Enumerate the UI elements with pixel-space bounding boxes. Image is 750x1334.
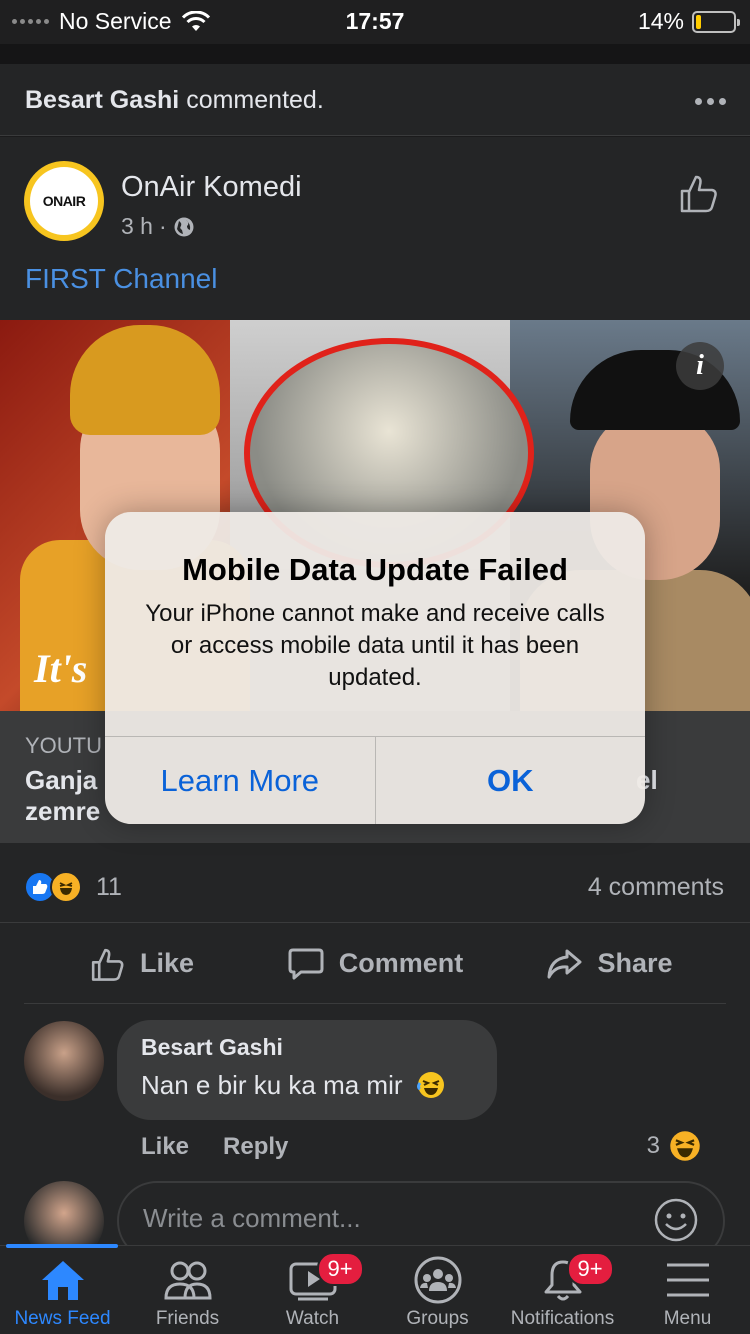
battery-fill xyxy=(696,14,701,29)
comment-reaction-count: 3 xyxy=(646,1132,660,1159)
like-button[interactable]: Like xyxy=(24,924,258,1003)
battery-group: 14% xyxy=(637,8,740,35)
tab-label: Menu xyxy=(663,1308,712,1329)
reaction-summary[interactable]: 11 4 comments xyxy=(0,857,750,923)
tab-label: News Feed xyxy=(14,1308,111,1329)
comment-input-placeholder: Write a comment... xyxy=(143,1203,361,1233)
comment-text: Nan e bir ku ka ma mir xyxy=(141,1070,403,1100)
like-label: Like xyxy=(139,948,195,978)
header-band xyxy=(0,44,750,64)
notice-text: Besart Gashi commented. xyxy=(25,86,324,115)
tab-friends[interactable]: Friends xyxy=(125,1246,250,1334)
post-time[interactable]: 3 h xyxy=(121,213,153,240)
comment-icon xyxy=(288,948,324,979)
notifications-badge: 9+ xyxy=(566,1252,614,1286)
comment-reply-button[interactable]: Reply xyxy=(223,1133,288,1161)
tab-label: Groups xyxy=(406,1308,469,1329)
share-button[interactable]: Share xyxy=(492,924,726,1003)
tab-menu[interactable]: Menu xyxy=(625,1246,750,1334)
laughing-emoji-icon xyxy=(416,1072,444,1098)
alert-dialog: Mobile Data Update Failed Your iPhone ca… xyxy=(105,512,645,824)
reaction-count: 11 xyxy=(96,873,122,901)
emoji-icon[interactable] xyxy=(653,1197,699,1243)
comment-like-button[interactable]: Like xyxy=(141,1133,189,1161)
post-link-text[interactable]: FIRST Channel xyxy=(25,263,217,295)
comment-reactions[interactable]: 3 xyxy=(647,1129,702,1163)
ok-button[interactable]: OK xyxy=(374,737,646,824)
tab-label: Friends xyxy=(155,1308,220,1329)
page-name[interactable]: OnAir Komedi xyxy=(121,171,302,204)
learn-more-button[interactable]: Learn More xyxy=(105,737,375,824)
notice-author[interactable]: Besart Gashi xyxy=(25,86,179,114)
tab-watch[interactable]: 9+ Watch xyxy=(250,1246,375,1334)
page-avatar[interactable]: ONAIR xyxy=(24,161,104,241)
commenter-avatar[interactable] xyxy=(24,1021,104,1101)
groups-icon xyxy=(413,1256,463,1304)
tab-label: Notifications xyxy=(510,1308,615,1329)
info-icon[interactable]: i xyxy=(676,342,724,390)
battery-icon xyxy=(692,10,740,33)
notice-action: commented. xyxy=(186,86,324,114)
tab-groups[interactable]: Groups xyxy=(375,1246,500,1334)
haha-reaction-icon xyxy=(50,871,82,903)
tab-news-feed[interactable]: News Feed xyxy=(0,1246,125,1334)
comment-button[interactable]: Comment xyxy=(258,924,492,1003)
more-options-icon[interactable] xyxy=(695,98,726,105)
friends-icon xyxy=(163,1256,213,1304)
comment-bubble[interactable]: Besart Gashi Nan e bir ku ka ma mir xyxy=(117,1020,497,1120)
globe-icon xyxy=(174,217,194,236)
comment-text-row: Nan e bir ku ka ma mir xyxy=(141,1070,446,1101)
tab-bar: News Feed Friends 9+ Watch Groups 9+ Not… xyxy=(0,1244,750,1334)
notification-header: Besart Gashi commented. xyxy=(0,64,750,136)
share-label: Share xyxy=(597,948,673,978)
meta-separator: · xyxy=(158,213,167,239)
post-actions: Like Comment Share xyxy=(24,924,726,1004)
watch-badge: 9+ xyxy=(316,1252,364,1286)
comment-label: Comment xyxy=(338,948,464,978)
menu-icon xyxy=(663,1256,713,1304)
preview-title-part2: zemre xyxy=(25,796,101,826)
avatar-logo-text: ONAIR xyxy=(30,167,98,235)
haha-emoji-icon xyxy=(670,1131,700,1161)
battery-percent: 14% xyxy=(637,8,684,34)
alert-buttons: Learn More OK xyxy=(105,736,645,824)
status-bar: No Service 17:57 14% xyxy=(0,0,750,44)
reaction-icons xyxy=(24,871,82,903)
tab-notifications[interactable]: 9+ Notifications xyxy=(500,1246,625,1334)
tab-label: Watch xyxy=(285,1308,340,1329)
preview-title-part: Ganja xyxy=(25,765,98,795)
comments-count[interactable]: 4 comments xyxy=(588,873,724,902)
share-icon xyxy=(547,949,582,978)
alert-message: Your iPhone cannot make and receive call… xyxy=(145,600,605,691)
home-icon xyxy=(38,1256,88,1304)
comment-actions: Like Reply xyxy=(141,1133,288,1161)
preview-source: YOUTU xyxy=(25,733,102,758)
like-icon xyxy=(91,948,124,981)
thumbnail-caption: It's xyxy=(34,646,88,691)
alert-title: Mobile Data Update Failed xyxy=(182,552,568,587)
post-meta: 3 h · xyxy=(121,213,195,240)
like-page-icon[interactable] xyxy=(676,171,720,215)
comment-author[interactable]: Besart Gashi xyxy=(141,1034,283,1061)
